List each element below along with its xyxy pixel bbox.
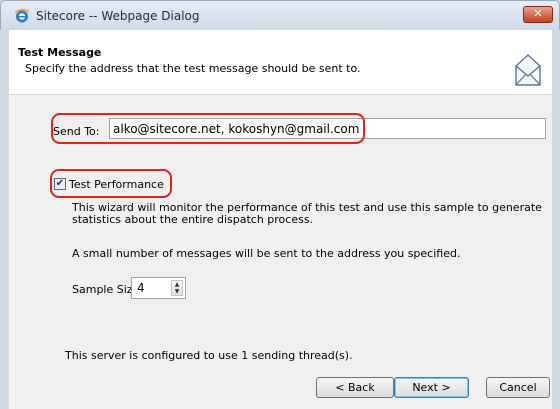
page-subtitle: Specify the address that the test messag… [25, 62, 361, 75]
ie-icon [14, 8, 30, 23]
page-title: Test Message [18, 46, 102, 59]
close-button[interactable]: ✕ [523, 6, 553, 23]
wizard-header: Test Message Specify the address that th… [9, 30, 552, 95]
sample-size-value[interactable]: 4 [137, 281, 145, 295]
status-text: This server is configured to use 1 sendi… [65, 349, 353, 362]
cancel-button[interactable]: Cancel [486, 377, 550, 398]
next-button[interactable]: Next > [394, 377, 469, 398]
sample-size-stepper[interactable]: 4 ▲ ▼ [131, 277, 186, 299]
back-button[interactable]: < Back [316, 377, 394, 398]
title-bar[interactable]: Sitecore -- Webpage Dialog ✕ [0, 0, 560, 30]
window-frame-left [0, 0, 9, 409]
sample-description: A small number of messages will be sent … [72, 247, 461, 260]
envelope-icon [515, 54, 541, 86]
dialog-content: Test Message Specify the address that th… [9, 30, 552, 409]
performance-description: This wizard will monitor the performance… [72, 201, 542, 226]
dialog-window: Sitecore -- Webpage Dialog ✕ Test Messag… [0, 0, 560, 409]
window-title: Sitecore -- Webpage Dialog [36, 9, 200, 23]
window-frame-right [552, 0, 560, 409]
spinner-arrows-icon[interactable]: ▲ ▼ [171, 280, 183, 296]
highlight-send-to [51, 113, 365, 144]
highlight-test-performance [50, 169, 172, 198]
close-icon: ✕ [533, 7, 543, 20]
